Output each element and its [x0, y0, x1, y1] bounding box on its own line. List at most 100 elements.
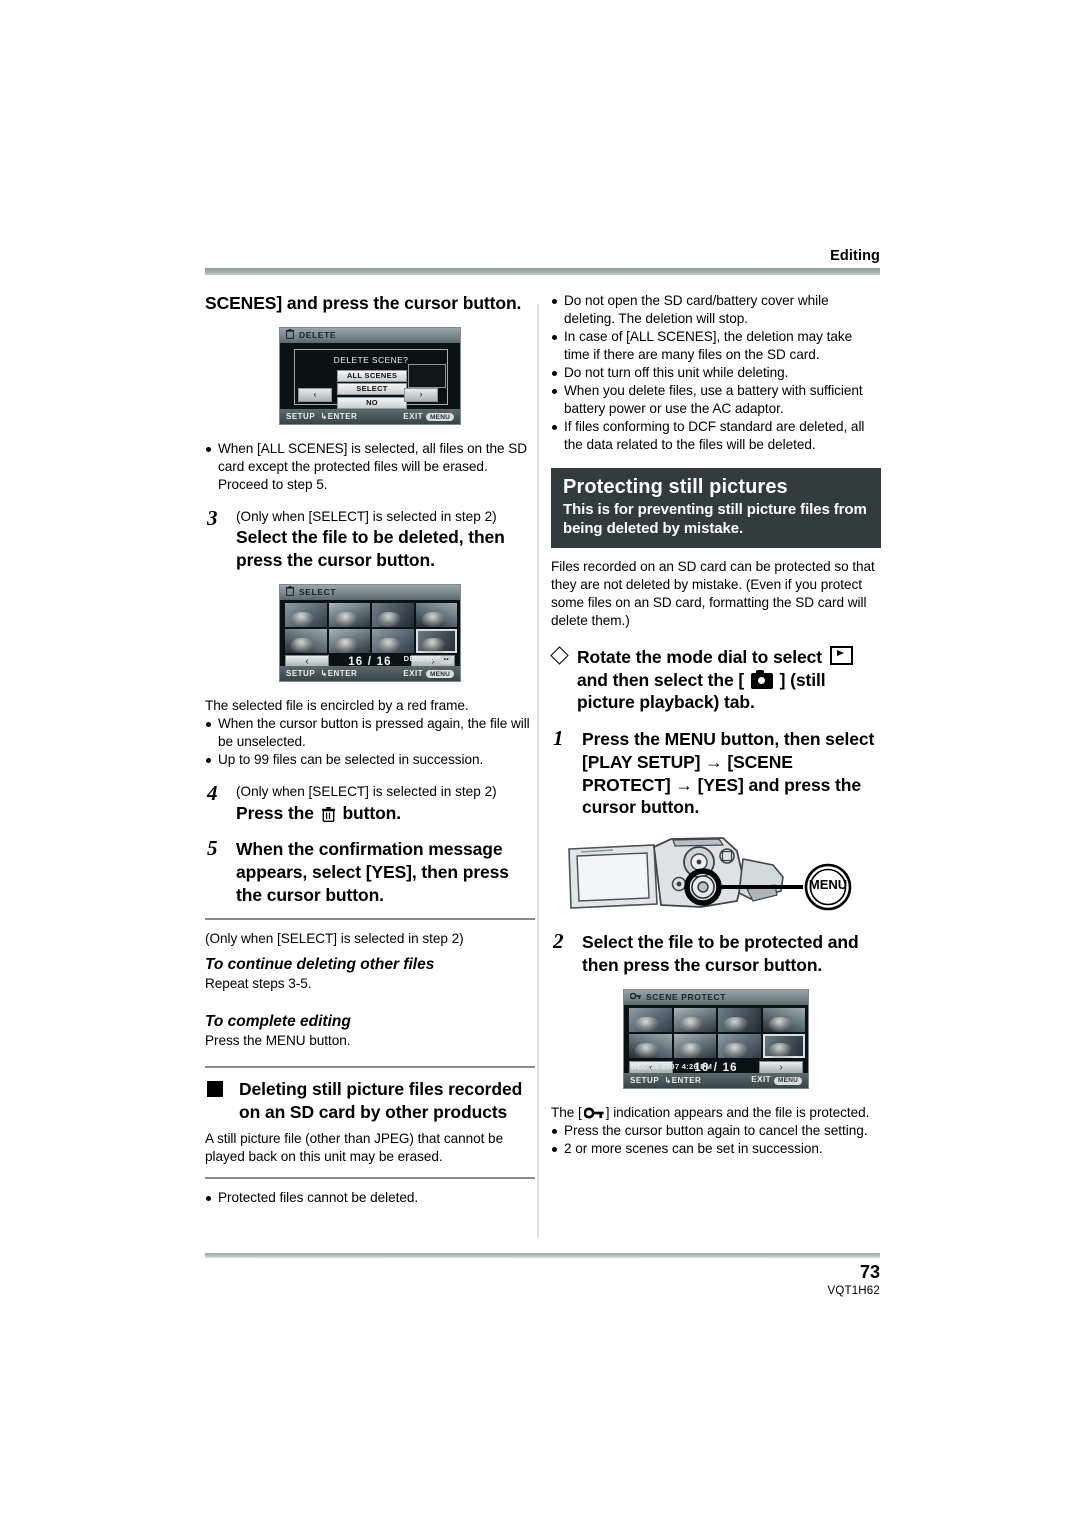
- manual-page: Editing SCENES] and press the cursor but…: [0, 0, 1080, 1528]
- section-banner: Protecting still pictures This is for pr…: [551, 468, 881, 549]
- lcd-prev-arrow[interactable]: ‹: [298, 387, 332, 402]
- thumbnail-selected[interactable]: [415, 628, 457, 653]
- column-divider: [537, 304, 539, 1238]
- lcd-option-select[interactable]: SELECT: [337, 383, 407, 396]
- trash-icon: [286, 586, 294, 598]
- thumbnail[interactable]: [285, 628, 327, 653]
- list-item: If files conforming to DCF standard are …: [551, 418, 881, 454]
- divider-rule: [205, 1066, 535, 1069]
- after-protect-text: The [ ] indication appears and the file …: [551, 1104, 870, 1120]
- lcd-footer-exit: EXIT MENU: [403, 412, 454, 421]
- list-item: When you delete files, use a battery wit…: [551, 382, 881, 418]
- lcd-footer-setup: SETUP ↳ENTER: [630, 1075, 702, 1085]
- lcd-footer-setup: SETUP ↳ENTER: [286, 668, 358, 678]
- thumbnail[interactable]: [762, 1007, 805, 1032]
- running-head: Editing: [830, 248, 880, 264]
- lcd-delete-options: ALL SCENES SELECT NO: [337, 369, 407, 411]
- lcd-protect-title: SCENE PROTECT: [646, 992, 727, 1003]
- key-icon: [793, 1049, 802, 1058]
- lcd-delete-screen: DELETE DELETE SCENE? ALL SCENES SELECT N…: [279, 326, 461, 425]
- lcd-menu-pill: MENU: [774, 1076, 802, 1085]
- key-icon: [583, 1106, 604, 1119]
- lcd-menu-pill: MENU: [426, 413, 454, 421]
- lcd-delete-titlebar: DELETE: [280, 327, 460, 343]
- delete-caution-list: Do not open the SD card/battery cover wh…: [551, 292, 881, 454]
- continue-heading: To continue deleting other files: [205, 956, 435, 974]
- lcd-select-title: SELECT: [299, 587, 337, 598]
- step-1-number: 1: [553, 726, 564, 751]
- after-select-text: The selected file is encircled by a red …: [205, 697, 469, 713]
- after-protect-bullets: Press the cursor button again to cancel …: [551, 1122, 881, 1158]
- thumbnail[interactable]: [629, 1007, 672, 1032]
- deleting-section-bullets: Protected files cannot be deleted.: [205, 1189, 535, 1207]
- continue-condition: (Only when [SELECT] is selected in step …: [205, 930, 464, 946]
- lcd-select-titlebar: SELECT: [280, 584, 460, 600]
- list-item: 2 or more scenes can be set in successio…: [551, 1140, 881, 1158]
- play-icon: [829, 645, 853, 665]
- thumbnail[interactable]: [285, 602, 327, 627]
- step-1-text: Press the MENU button, then select [PLAY…: [582, 729, 875, 818]
- list-item: Protected files cannot be deleted.: [205, 1189, 535, 1207]
- thumbnail[interactable]: [372, 602, 414, 627]
- figure-select-screen: SELECT ‹ 16 / 16 › DELETE •• SETUP ↳ENTE…: [205, 583, 535, 687]
- lcd-select-footerbar: SETUP ↳ENTER EXIT MENU: [280, 665, 460, 681]
- lcd-protect-footerbar: SETUP ↳ENTER EXIT MENU: [624, 1072, 808, 1088]
- lcd-option-no[interactable]: NO: [337, 396, 407, 409]
- complete-text: Press the MENU button.: [205, 1033, 351, 1049]
- lcd-thumbnail-grid: [285, 602, 457, 653]
- figure-delete-dialog: DELETE DELETE SCENE? ALL SCENES SELECT N…: [205, 326, 535, 430]
- lcd-delete-pill: ••: [438, 655, 454, 664]
- thumbnail[interactable]: [415, 602, 457, 627]
- protect-intro-text: Files recorded on an SD card can be prot…: [551, 559, 875, 628]
- list-item: Press the cursor button again to cancel …: [551, 1122, 881, 1140]
- figure-scene-protect: SCENE PROTECT ‹ 16 / 16 › DEC 15 2007 4:…: [551, 988, 881, 1094]
- lcd-next-arrow[interactable]: ›: [404, 387, 438, 402]
- heading-scenes-continued: SCENES] and press the cursor button.: [205, 293, 522, 313]
- lcd-delete-hint: DELETE ••: [404, 654, 454, 664]
- step-2-number: 2: [553, 929, 564, 954]
- step-5: 5 When the confirmation message appears,…: [205, 836, 535, 906]
- key-icon: [629, 992, 641, 1002]
- thumbnail[interactable]: [328, 602, 370, 627]
- thumbnail[interactable]: [673, 1007, 716, 1032]
- lcd-side-panel: [408, 363, 446, 388]
- divider-rule: [205, 1176, 535, 1179]
- list-item: Do not turn off this unit while deleting…: [551, 364, 881, 382]
- deleting-section-heading-block: Deleting still picture files recorded on…: [205, 1078, 535, 1124]
- step-3-text: Select the file to be deleted, then pres…: [236, 527, 505, 571]
- continue-text: Repeat steps 3-5.: [205, 976, 312, 992]
- step-3: 3 (Only when [SELECT] is selected in ste…: [205, 505, 535, 572]
- thumbnail[interactable]: [328, 628, 370, 653]
- lcd-menu-pill: MENU: [426, 670, 454, 679]
- lcd-option-all-scenes[interactable]: ALL SCENES: [337, 369, 407, 382]
- section-banner-title: Protecting still pictures: [563, 476, 788, 498]
- lcd-delete-title: DELETE: [299, 330, 337, 341]
- footer-rule: [205, 1253, 880, 1258]
- step-4: 4 (Only when [SELECT] is selected in ste…: [205, 781, 535, 824]
- thumbnail[interactable]: [718, 1007, 761, 1032]
- list-item: When the cursor button is pressed again,…: [205, 715, 535, 751]
- trash-icon: [321, 805, 335, 822]
- header-rule: [205, 268, 880, 275]
- step-2-text: Select the file to be protected and then…: [582, 932, 859, 975]
- lcd-scene-protect-screen: SCENE PROTECT ‹ 16 / 16 › DEC 15 2007 4:…: [623, 988, 809, 1089]
- lcd-thumbnail-grid: [629, 1007, 805, 1058]
- lcd-date-stamp: DEC 15 2007 4:26 PM: [631, 1061, 713, 1071]
- step-5-text: When the confirmation message appears, s…: [236, 839, 509, 905]
- step-3-number: 3: [207, 505, 218, 530]
- lcd-select-screen: SELECT ‹ 16 / 16 › DELETE •• SETUP ↳ENTE…: [279, 583, 461, 682]
- thumbnail[interactable]: [718, 1033, 761, 1058]
- right-column: Do not open the SD card/battery cover wh…: [550, 292, 881, 1158]
- thumbnail-selected-protected[interactable]: [762, 1033, 805, 1058]
- step-4-text: Press the button.: [236, 802, 402, 823]
- thumbnail[interactable]: [673, 1033, 716, 1058]
- thumbnail[interactable]: [372, 628, 414, 653]
- step-3-condition: (Only when [SELECT] is selected in step …: [236, 508, 497, 524]
- list-item: When [ALL SCENES] is selected, all files…: [205, 440, 535, 494]
- note-all-scenes-list: When [ALL SCENES] is selected, all files…: [205, 440, 535, 494]
- figure-camcorder: MENU: [551, 829, 881, 925]
- menu-callout-label: MENU: [808, 877, 848, 893]
- list-item: Do not open the SD card/battery cover wh…: [551, 292, 881, 328]
- thumbnail[interactable]: [629, 1033, 672, 1058]
- divider-rule: [205, 917, 535, 920]
